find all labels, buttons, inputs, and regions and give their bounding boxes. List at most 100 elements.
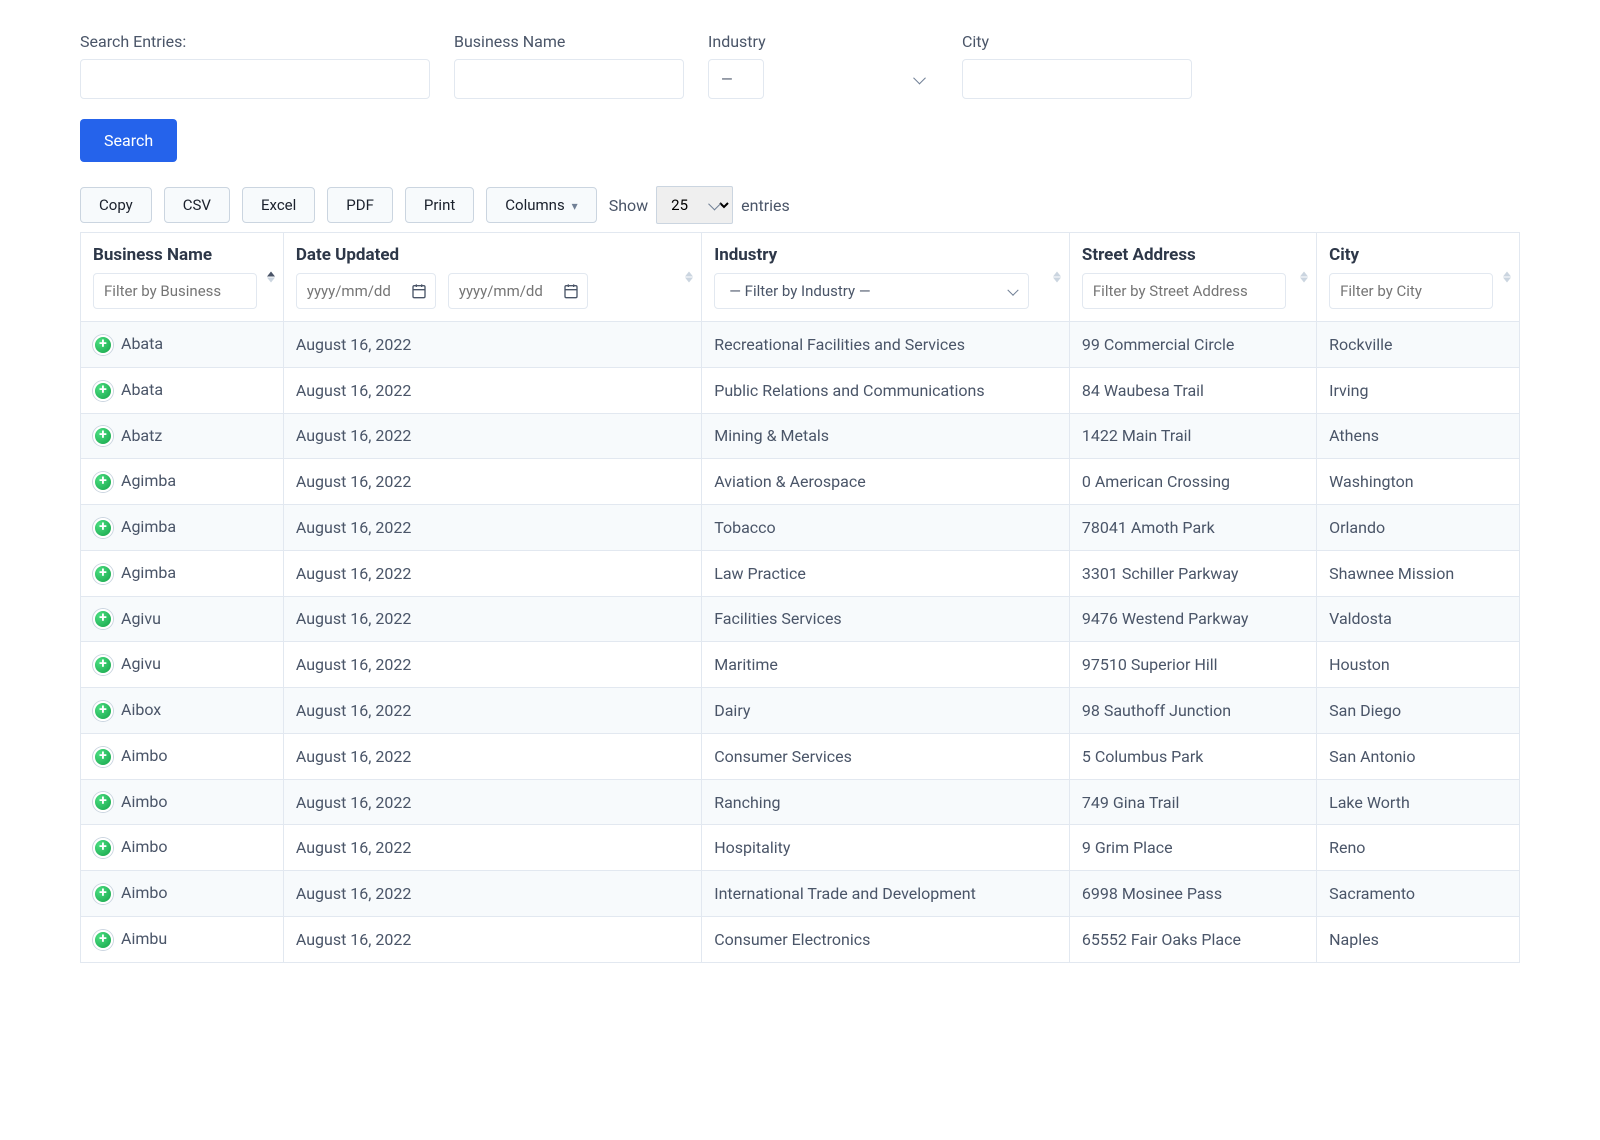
- cell-date: August 16, 2022: [283, 459, 701, 505]
- cell-city: Houston: [1317, 642, 1520, 688]
- expand-row-icon[interactable]: [93, 792, 113, 812]
- cell-city: Reno: [1317, 825, 1520, 871]
- expand-row-icon[interactable]: [93, 381, 113, 401]
- cell-name: Agivu: [121, 609, 161, 628]
- cell-date: August 16, 2022: [283, 688, 701, 734]
- cell-date: August 16, 2022: [283, 642, 701, 688]
- cell-street: 1422 Main Trail: [1069, 413, 1316, 459]
- filter-date-to-input[interactable]: [448, 273, 588, 309]
- table-row: AimbuAugust 16, 2022Consumer Electronics…: [81, 916, 1520, 962]
- col-title-industry: Industry: [714, 245, 1057, 265]
- table-row: AbataAugust 16, 2022Recreational Facilit…: [81, 322, 1520, 368]
- cell-date: August 16, 2022: [283, 733, 701, 779]
- cell-city: San Diego: [1317, 688, 1520, 734]
- col-header-date[interactable]: Date Updated: [283, 233, 701, 322]
- search-entries-input[interactable]: [80, 59, 430, 99]
- search-industry-field: Industry —: [708, 32, 938, 99]
- col-header-street[interactable]: Street Address: [1069, 233, 1316, 322]
- filter-date-from-input[interactable]: [296, 273, 436, 309]
- expand-row-icon[interactable]: [93, 930, 113, 950]
- filter-city-input[interactable]: [1329, 273, 1493, 309]
- sort-indicator-icon: [1300, 272, 1308, 283]
- cell-name: Aimbo: [121, 883, 167, 902]
- copy-button[interactable]: Copy: [80, 187, 152, 223]
- cell-industry: Law Practice: [702, 550, 1070, 596]
- cell-industry: Consumer Services: [702, 733, 1070, 779]
- col-header-industry[interactable]: Industry — Filter by Industry —: [702, 233, 1070, 322]
- col-title-city: City: [1329, 245, 1507, 265]
- search-business-label: Business Name: [454, 32, 684, 51]
- expand-row-icon[interactable]: [93, 335, 113, 355]
- cell-name: Aibox: [121, 700, 161, 719]
- cell-street: 0 American Crossing: [1069, 459, 1316, 505]
- csv-button[interactable]: CSV: [164, 187, 230, 223]
- col-title-name: Business Name: [93, 245, 271, 265]
- col-header-name[interactable]: Business Name: [81, 233, 284, 322]
- cell-street: 5 Columbus Park: [1069, 733, 1316, 779]
- cell-name: Abata: [121, 380, 163, 399]
- page-length: Show 25 entries: [609, 186, 790, 224]
- filter-name-input[interactable]: [93, 273, 257, 309]
- expand-row-icon[interactable]: [93, 655, 113, 675]
- cell-date: August 16, 2022: [283, 322, 701, 368]
- cell-date: August 16, 2022: [283, 916, 701, 962]
- cell-city: Athens: [1317, 413, 1520, 459]
- table-row: AbatzAugust 16, 2022Mining & Metals1422 …: [81, 413, 1520, 459]
- expand-row-icon[interactable]: [93, 472, 113, 492]
- cell-industry: International Trade and Development: [702, 871, 1070, 917]
- expand-row-icon[interactable]: [93, 426, 113, 446]
- cell-name: Agimba: [121, 471, 176, 490]
- search-business-input[interactable]: [454, 59, 684, 99]
- expand-row-icon[interactable]: [93, 747, 113, 767]
- expand-row-icon[interactable]: [93, 564, 113, 584]
- cell-industry: Ranching: [702, 779, 1070, 825]
- filter-industry-select[interactable]: — Filter by Industry —: [714, 273, 1029, 309]
- table-row: AimboAugust 16, 2022International Trade …: [81, 871, 1520, 917]
- cell-city: Shawnee Mission: [1317, 550, 1520, 596]
- filter-street-input[interactable]: [1082, 273, 1286, 309]
- expand-row-icon[interactable]: [93, 609, 113, 629]
- excel-button[interactable]: Excel: [242, 187, 315, 223]
- col-header-city[interactable]: City: [1317, 233, 1520, 322]
- cell-industry: Recreational Facilities and Services: [702, 322, 1070, 368]
- cell-name: Agimba: [121, 517, 176, 536]
- cell-street: 3301 Schiller Parkway: [1069, 550, 1316, 596]
- expand-row-icon[interactable]: [93, 701, 113, 721]
- expand-row-icon[interactable]: [93, 518, 113, 538]
- cell-industry: Consumer Electronics: [702, 916, 1070, 962]
- table-row: AgivuAugust 16, 2022Facilities Services9…: [81, 596, 1520, 642]
- columns-button[interactable]: Columns: [486, 187, 596, 223]
- table-row: AgimbaAugust 16, 2022Law Practice3301 Sc…: [81, 550, 1520, 596]
- cell-street: 6998 Mosinee Pass: [1069, 871, 1316, 917]
- search-city-input[interactable]: [962, 59, 1192, 99]
- cell-industry: Facilities Services: [702, 596, 1070, 642]
- search-industry-select[interactable]: —: [708, 59, 764, 99]
- cell-city: Lake Worth: [1317, 779, 1520, 825]
- cell-city: Washington: [1317, 459, 1520, 505]
- table-row: AimboAugust 16, 2022Hospitality9 Grim Pl…: [81, 825, 1520, 871]
- page-length-select[interactable]: 25: [656, 186, 733, 224]
- search-entries-label: Search Entries:: [80, 32, 430, 51]
- cell-name: Aimbo: [121, 792, 167, 811]
- col-title-date: Date Updated: [296, 245, 689, 265]
- search-button[interactable]: Search: [80, 119, 177, 162]
- table-row: AiboxAugust 16, 2022Dairy98 Sauthoff Jun…: [81, 688, 1520, 734]
- search-business-field: Business Name: [454, 32, 684, 99]
- entries-label: entries: [741, 196, 790, 215]
- cell-street: 84 Waubesa Trail: [1069, 367, 1316, 413]
- cell-date: August 16, 2022: [283, 367, 701, 413]
- cell-street: 65552 Fair Oaks Place: [1069, 916, 1316, 962]
- cell-city: San Antonio: [1317, 733, 1520, 779]
- search-city-field: City: [962, 32, 1192, 99]
- table-row: AgimbaAugust 16, 2022Aviation & Aerospac…: [81, 459, 1520, 505]
- search-industry-label: Industry: [708, 32, 938, 51]
- cell-date: August 16, 2022: [283, 779, 701, 825]
- pdf-button[interactable]: PDF: [327, 187, 393, 223]
- cell-street: 99 Commercial Circle: [1069, 322, 1316, 368]
- expand-row-icon[interactable]: [93, 838, 113, 858]
- export-toolbar: Copy CSV Excel PDF Print Columns Show 25…: [80, 186, 1520, 224]
- cell-city: Rockville: [1317, 322, 1520, 368]
- search-city-label: City: [962, 32, 1192, 51]
- expand-row-icon[interactable]: [93, 884, 113, 904]
- print-button[interactable]: Print: [405, 187, 474, 223]
